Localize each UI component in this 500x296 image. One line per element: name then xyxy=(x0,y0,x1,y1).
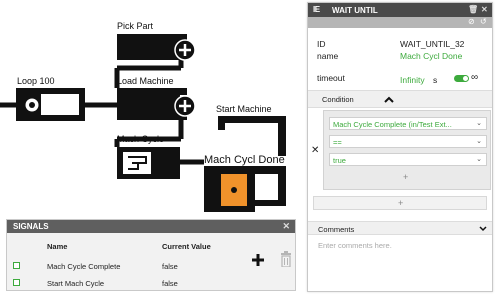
signal-name: Mach Cycle Complete xyxy=(47,262,121,271)
chevron-down-icon[interactable] xyxy=(479,226,487,232)
column-header-name: Name xyxy=(47,242,68,251)
mach-cycl-done-block[interactable] xyxy=(204,166,286,212)
id-value: WAIT_UNTIL_32 xyxy=(400,39,465,49)
add-signal-icon[interactable] xyxy=(251,253,265,267)
timeout-unit: s xyxy=(433,75,438,85)
remove-condition-icon[interactable]: ✕ xyxy=(311,145,319,156)
pick-part-label: Pick Part xyxy=(117,21,154,31)
mach-cycl-done-label: Mach Cycl Done xyxy=(204,154,285,166)
condition-value-select[interactable]: true ⌄ xyxy=(329,153,487,166)
signal-checkbox[interactable] xyxy=(13,279,20,286)
signals-header: SIGNALS ✕ xyxy=(7,220,295,233)
chevron-down-icon: ⌄ xyxy=(476,156,482,163)
name-field[interactable]: Mach Cycl Done xyxy=(400,51,462,61)
signals-panel: SIGNALS ✕ Name Current Value Mach Cycle … xyxy=(6,219,296,291)
condition-signal-value: Mach Cycle Complete (in/Test Ext... xyxy=(333,120,452,129)
start-machine-block[interactable] xyxy=(218,116,286,156)
condition-operator-value: == xyxy=(333,138,342,147)
loop-block[interactable] xyxy=(16,88,85,121)
close-icon[interactable]: ✕ xyxy=(282,221,290,232)
disable-icon[interactable]: ⊘ xyxy=(468,17,475,26)
timeout-field[interactable]: Infinity xyxy=(400,75,425,85)
load-machine-label: Load Machine xyxy=(117,76,174,86)
condition-group: Mach Cycle Complete (in/Test Ext... ⌄ ==… xyxy=(323,110,491,190)
condition-signal-select[interactable]: Mach Cycle Complete (in/Test Ext... ⌄ xyxy=(329,117,487,130)
wait-until-title-bar: IE WAIT UNTIL 🗑 ✕ xyxy=(308,3,492,17)
add-condition-button[interactable]: + xyxy=(403,172,408,182)
panel-title: WAIT UNTIL xyxy=(332,6,378,15)
wait-until-panel: IE WAIT UNTIL 🗑 ✕ ⊘ ↺ ID WAIT_UNTIL_32 n… xyxy=(307,2,493,292)
mach-cycle-block[interactable] xyxy=(117,147,180,179)
condition-value-value: true xyxy=(333,156,346,165)
mach-cycle-label: Mach Cycle xyxy=(117,134,165,144)
plus-icon: + xyxy=(398,198,404,208)
undo-icon[interactable]: ↺ xyxy=(480,17,487,26)
trash-icon[interactable]: 🗑 xyxy=(468,5,478,14)
id-label: ID xyxy=(317,39,326,49)
chevron-up-icon[interactable] xyxy=(384,96,394,103)
load-machine-block[interactable] xyxy=(117,88,196,120)
timeout-label: timeout xyxy=(317,73,345,83)
panel-subbar: ⊘ ↺ xyxy=(308,17,492,28)
chevron-down-icon: ⌄ xyxy=(476,138,482,145)
signal-value: false xyxy=(162,262,178,271)
wait-icon xyxy=(231,187,237,193)
condition-label: Condition xyxy=(322,95,354,104)
signal-name: Start Mach Cycle xyxy=(47,279,105,288)
column-header-current-value: Current Value xyxy=(162,242,211,251)
signals-title: SIGNALS xyxy=(13,222,49,231)
comments-field[interactable]: Enter comments here. xyxy=(318,241,392,250)
condition-operator-select[interactable]: == ⌄ xyxy=(329,135,487,148)
signal-checkbox[interactable] xyxy=(13,262,20,269)
app-logo: IE xyxy=(313,5,320,14)
close-icon[interactable]: ✕ xyxy=(481,5,488,14)
chevron-down-icon: ⌄ xyxy=(476,120,482,127)
trash-icon[interactable] xyxy=(280,251,292,267)
signal-value: false xyxy=(162,279,178,288)
condition-bar[interactable]: Condition xyxy=(308,90,492,108)
infinity-toggle[interactable] xyxy=(454,75,469,82)
comments-bar[interactable]: Comments xyxy=(308,221,492,235)
pick-part-block[interactable] xyxy=(117,34,196,61)
comments-label: Comments xyxy=(318,225,355,234)
add-condition-group-button[interactable]: + xyxy=(313,196,487,210)
name-label: name xyxy=(317,51,339,61)
infinity-icon: ∞ xyxy=(471,72,479,83)
start-machine-label: Start Machine xyxy=(216,104,272,114)
loop-label: Loop 100 xyxy=(17,76,55,86)
